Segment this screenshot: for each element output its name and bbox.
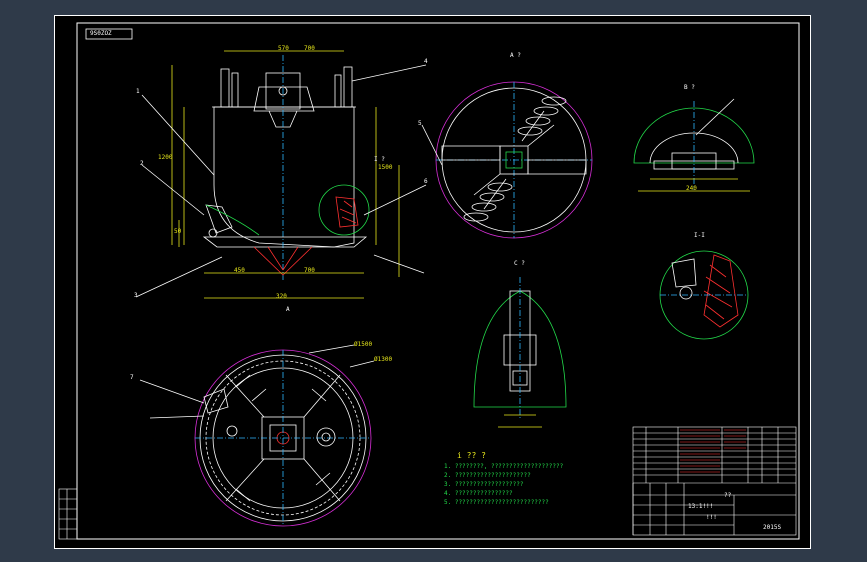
dim-7: 320: [276, 293, 287, 300]
callout-5: 5: [418, 120, 422, 127]
dim-1: 570: [278, 45, 289, 52]
part-number-tag: 2015S: [763, 524, 782, 531]
revision-strip: [58, 488, 78, 540]
cad-drawing: [54, 15, 811, 549]
scale-label: 13:1!!!: [688, 503, 714, 510]
view-label-a: A ?: [510, 52, 521, 59]
callout-2: 2: [140, 160, 144, 167]
plan-view: [139, 344, 375, 527]
drawing-canvas: 9S0ZOZ 2015S 13:1!!! ?? !!! A ? B ? C ? …: [54, 15, 811, 549]
title-mark-1: ??: [724, 492, 732, 499]
drawing-number: 9S0ZOZ: [90, 30, 112, 37]
view-b: [633, 98, 755, 192]
note-1: 1. ????????, ????????????????????: [444, 463, 564, 470]
view-c: [473, 277, 567, 428]
dim-9: 240: [686, 185, 697, 192]
view-label-a-arrow: A: [286, 306, 290, 313]
view-label-c: C ?: [514, 260, 525, 267]
dim-5: 450: [234, 267, 245, 274]
note-5: 5. ??????????????????????????: [444, 499, 549, 506]
callout-1: 1: [136, 88, 140, 95]
callout-7: 7: [130, 374, 134, 381]
note-4: 4. ????????????????: [444, 490, 513, 497]
callout-4: 4: [424, 58, 428, 65]
detail-i: [659, 250, 749, 340]
dim-8: 50: [174, 228, 182, 235]
dim-6: 700: [304, 267, 315, 274]
view-a: [421, 81, 593, 239]
dim-10: Ø1500: [354, 341, 373, 348]
dim-2: 700: [304, 45, 315, 52]
view-label-i-i: I-I: [694, 232, 705, 239]
note-3: 3. ???????????????????: [444, 481, 524, 488]
dim-3: 1200: [158, 154, 173, 161]
inner-frame: [76, 22, 800, 540]
main-elevation-view: [135, 50, 427, 299]
view-label-b: B ?: [684, 84, 695, 91]
view-label-i: I ?: [374, 156, 385, 163]
title-mark-2: !!!: [706, 514, 717, 521]
callout-6: 6: [424, 178, 428, 185]
dim-11: Ø1300: [374, 356, 393, 363]
note-2: 2. ?????????????????????: [444, 472, 531, 479]
notes-heading: i ?? ?: [457, 451, 486, 460]
dim-4: 1500: [378, 164, 393, 171]
callout-3: 3: [134, 292, 138, 299]
